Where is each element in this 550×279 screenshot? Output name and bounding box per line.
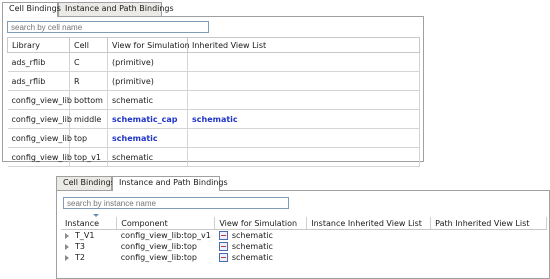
library-cell: ads_rflib [7,52,70,72]
tab-cell-bindings[interactable]: Cell Bindings [2,2,61,17]
view-label: schematic [231,231,273,240]
cell-name-cell: R [69,71,108,91]
bottom-tab-bar: Cell Bindings Instance and Path Bindings [56,176,356,191]
tab-instance-path-bindings[interactable]: Instance and Path Bindings [58,2,174,16]
tree-row[interactable]: T_V1 config_view_lib:top_v1 schematic [61,230,547,242]
view-cell[interactable]: schematic [107,128,188,148]
view-label: schematic [231,242,273,251]
table-row[interactable]: config_view_lib bottom schematic [7,90,420,110]
view-cell[interactable]: schematic [107,90,188,110]
column-header-library[interactable]: Library [7,37,70,53]
component-cell: config_view_lib:top_v1 [120,231,211,240]
component-cell: config_view_lib:top [120,253,198,262]
cell-name-cell: middle [69,109,108,129]
view-cell[interactable]: schematic [107,147,188,167]
expand-arrow-icon[interactable] [65,232,69,239]
column-header-component[interactable]: Component [116,217,216,230]
table-header-row: Instance Component View for Simulation I… [61,217,547,230]
inherited-cell[interactable] [187,128,420,148]
inherited-cell[interactable] [187,71,420,91]
tree-row[interactable]: T3 config_view_lib:top schematic [61,241,547,252]
library-cell: config_view_lib [7,109,72,129]
column-header-instance-inherited[interactable]: Instance Inherited View List [306,217,432,230]
view-cell[interactable]: schematic [215,230,307,242]
instance-search-input[interactable] [63,197,289,209]
cell-bindings-panel: Cell Bindings Instance and Path Bindings… [0,0,424,167]
view-cell[interactable]: (primitive) [107,71,188,91]
column-header-cell[interactable]: Cell [69,37,108,53]
path-inherited-cell[interactable] [431,230,547,242]
component-cell: config_view_lib:top [120,242,198,251]
instance-inherited-cell[interactable] [307,230,431,242]
inherited-cell[interactable]: schematic [187,109,420,129]
view-cell[interactable]: schematic_cap [107,109,188,129]
top-tab-bar: Cell Bindings Instance and Path Bindings [2,2,302,17]
tree-row[interactable]: T2 config_view_lib:top schematic [61,252,547,263]
instance-path-bindings-panel: Cell Bindings Instance and Path Bindings… [56,176,550,279]
cell-bindings-frame: Library Cell View for Simulation Inherit… [2,16,424,167]
column-header-view[interactable]: View for Simulation [107,37,190,53]
view-cell[interactable]: (primitive) [107,52,188,72]
instance-label: T_V1 [75,231,95,240]
table-row[interactable]: ads_rflib C (primitive) [7,52,420,72]
column-header-instance[interactable]: Instance [61,217,118,230]
cell-bindings-table: Library Cell View for Simulation Inherit… [7,37,420,167]
tab-instance-path-bindings[interactable]: Instance and Path Bindings [112,176,228,191]
instance-cell[interactable]: T3 [61,241,117,252]
library-cell: config_view_lib [7,90,72,110]
schematic-view-icon [218,242,228,251]
schematic-view-icon [218,253,228,262]
library-cell: config_view_lib [7,128,72,148]
table-row[interactable]: ads_rflib R (primitive) [7,71,420,91]
view-cell[interactable]: schematic [215,241,307,252]
cell-search-input[interactable] [7,21,209,33]
inherited-cell[interactable] [187,52,420,72]
cell-name-cell: bottom [69,90,108,110]
instance-bindings-frame: Instance Component View for Simulation I… [56,190,550,279]
expand-arrow-icon[interactable] [65,243,69,250]
instance-inherited-cell[interactable] [307,241,431,252]
inherited-cell[interactable] [187,147,420,167]
path-inherited-cell[interactable] [431,241,547,252]
instance-cell[interactable]: T2 [61,252,117,263]
library-cell: config_view_lib [7,147,72,167]
column-header-inherited[interactable]: Inherited View List [187,37,420,53]
library-cell: ads_rflib [7,71,70,91]
inherited-cell[interactable] [187,90,420,110]
expand-arrow-icon[interactable] [65,254,69,261]
table-header-row: Library Cell View for Simulation Inherit… [7,37,420,53]
cell-name-cell: top_v1 [69,147,108,167]
instance-inherited-cell[interactable] [307,252,431,263]
instance-label: T2 [75,253,85,262]
instance-cell[interactable]: T_V1 [61,230,117,242]
cell-name-cell: top [69,128,108,148]
table-row[interactable]: config_view_lib middle schematic_cap sch… [7,109,420,129]
view-label: schematic [231,253,273,262]
table-row[interactable]: config_view_lib top schematic [7,128,420,148]
instance-bindings-table: Instance Component View for Simulation I… [61,217,547,263]
table-row[interactable]: config_view_lib top_v1 schematic [7,147,420,167]
cell-name-cell: C [69,52,108,72]
tab-cell-bindings[interactable]: Cell Bindings [56,176,115,190]
instance-label: T3 [75,242,85,251]
column-header-view[interactable]: View for Simulation [214,217,308,230]
view-cell[interactable]: schematic [215,252,307,263]
schematic-view-icon [218,231,228,240]
column-header-path-inherited[interactable]: Path Inherited View List [430,217,547,230]
path-inherited-cell[interactable] [431,252,547,263]
